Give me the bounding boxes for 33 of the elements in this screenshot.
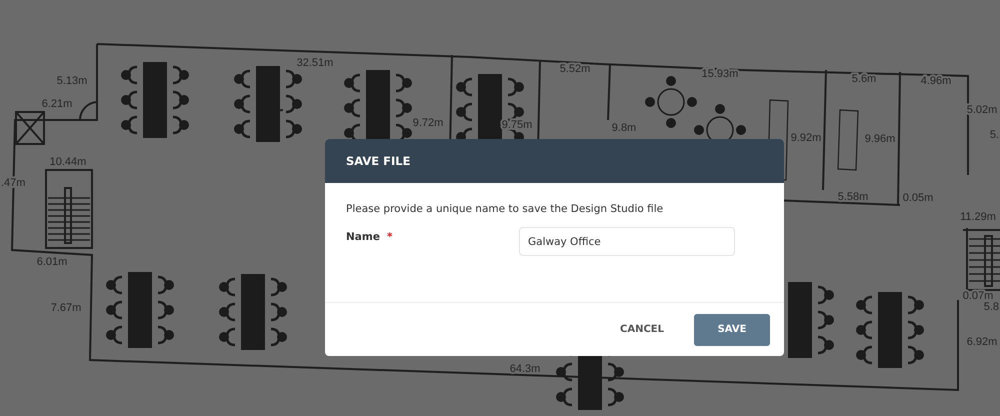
dimension-label: 6.92m: [966, 336, 998, 348]
dimension-label: 6.21m: [42, 98, 72, 110]
dimension-label: 5.13m: [56, 75, 88, 87]
dimension-label: 10.44m: [50, 156, 86, 168]
dimension-label: 9.96m: [864, 133, 896, 145]
dimension-label: 9.92m: [790, 132, 822, 144]
dimension-label: 0.05m: [902, 192, 934, 204]
dimension-label: 0.07m: [962, 290, 994, 302]
staircase-drawing: [966, 228, 1000, 291]
cancel-button[interactable]: CANCEL: [614, 323, 670, 336]
dimension-label: 4.96m: [920, 75, 952, 87]
dimension-label: 5.8: [984, 301, 999, 313]
dimension-label: 15.93m: [702, 68, 738, 80]
save-button[interactable]: SAVE: [694, 314, 770, 346]
round-table-drawing: [645, 76, 697, 128]
name-field[interactable]: Galway Office: [519, 227, 735, 256]
dimension-label: 9.75m: [502, 119, 532, 131]
dimension-label: 9.8m: [612, 122, 636, 134]
dimension-label: 5.52m: [560, 63, 590, 75]
required-mark: *: [386, 231, 392, 243]
dimension-label: 11.29m: [960, 211, 996, 223]
dialog-message: Please provide a unique name to save the Design Studio file: [346, 203, 664, 215]
dimension-label: 32.51m: [296, 57, 334, 69]
dimension-label: 64.3m: [510, 363, 540, 375]
dimension-label: 5.6m: [852, 73, 876, 85]
dimension-label: 9.72m: [412, 117, 444, 129]
dialog-title: SAVE FILE: [346, 154, 410, 168]
dimension-label: 5.58m: [838, 191, 868, 203]
dimension-label: 6.01m: [36, 256, 68, 268]
dimension-label: 7.67m: [50, 302, 82, 314]
field-label: Name: [346, 231, 380, 243]
dimension-label: 5.: [990, 129, 999, 141]
elevator-drawing: [15, 111, 45, 145]
